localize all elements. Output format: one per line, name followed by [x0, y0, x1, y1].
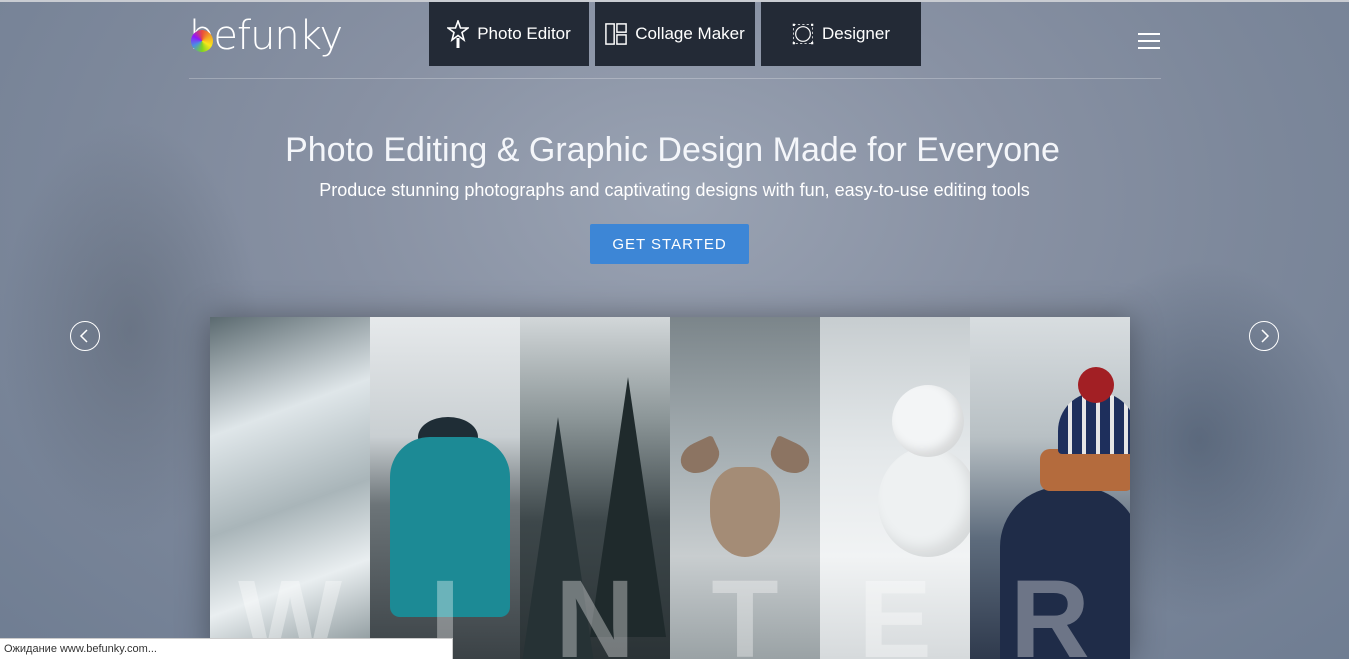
nav-tab-label: Designer — [821, 24, 891, 43]
nav-tab-label: Photo Editor — [477, 24, 571, 43]
get-started-button[interactable]: GET STARTED — [590, 224, 749, 264]
hat-pompom — [1078, 367, 1114, 403]
winter-carousel[interactable]: W I N T E R — [210, 317, 1130, 659]
designer-circle-icon — [792, 21, 814, 47]
deer-ear — [765, 434, 815, 480]
carousel-prev-button[interactable] — [70, 321, 100, 351]
carousel-next-button[interactable] — [1249, 321, 1279, 351]
chevron-right-icon — [1261, 329, 1270, 343]
snowman-body — [878, 447, 970, 557]
chevron-left-icon — [79, 329, 88, 343]
nav-tab-designer[interactable]: Designer — [761, 2, 921, 66]
nav-tab-photo-editor[interactable]: Photo Editor — [429, 2, 589, 66]
carousel-panel-frosted-branch: W — [210, 317, 370, 659]
panel-letter: N — [555, 558, 635, 659]
carousel-panel-hiker: I — [370, 317, 520, 659]
hero-subtitle: Produce stunning photographs and captiva… — [319, 180, 1030, 200]
hero-title: Photo Editing & Graphic Design Made for … — [285, 131, 1060, 169]
panel-letter: E — [858, 558, 932, 659]
browser-status-bar: Ожидание www.befunky.com... — [0, 638, 453, 659]
header-divider — [189, 78, 1161, 79]
hamburger-menu-icon[interactable] — [1138, 33, 1160, 51]
deer-ear — [675, 434, 725, 480]
carousel-panel-child-hat: R — [970, 317, 1130, 659]
carousel-panel-pine-trees: N — [520, 317, 670, 659]
child-scarf — [1040, 449, 1130, 491]
panel-letter: R — [1010, 558, 1090, 659]
snowman-head — [892, 385, 964, 457]
nav-tab-label: Collage Maker — [635, 24, 745, 43]
panel-letter: T — [711, 558, 779, 659]
nav-tab-collage-maker[interactable]: Collage Maker — [595, 2, 755, 66]
befunky-logo[interactable]: befunky — [189, 16, 343, 56]
color-wheel-icon — [191, 30, 213, 52]
carousel-panel-deer: T — [670, 317, 820, 659]
carousel-panel-snowman: E — [820, 317, 970, 659]
collage-grid-icon — [605, 21, 628, 47]
deer-face — [710, 467, 780, 557]
magic-wand-icon — [447, 20, 470, 48]
